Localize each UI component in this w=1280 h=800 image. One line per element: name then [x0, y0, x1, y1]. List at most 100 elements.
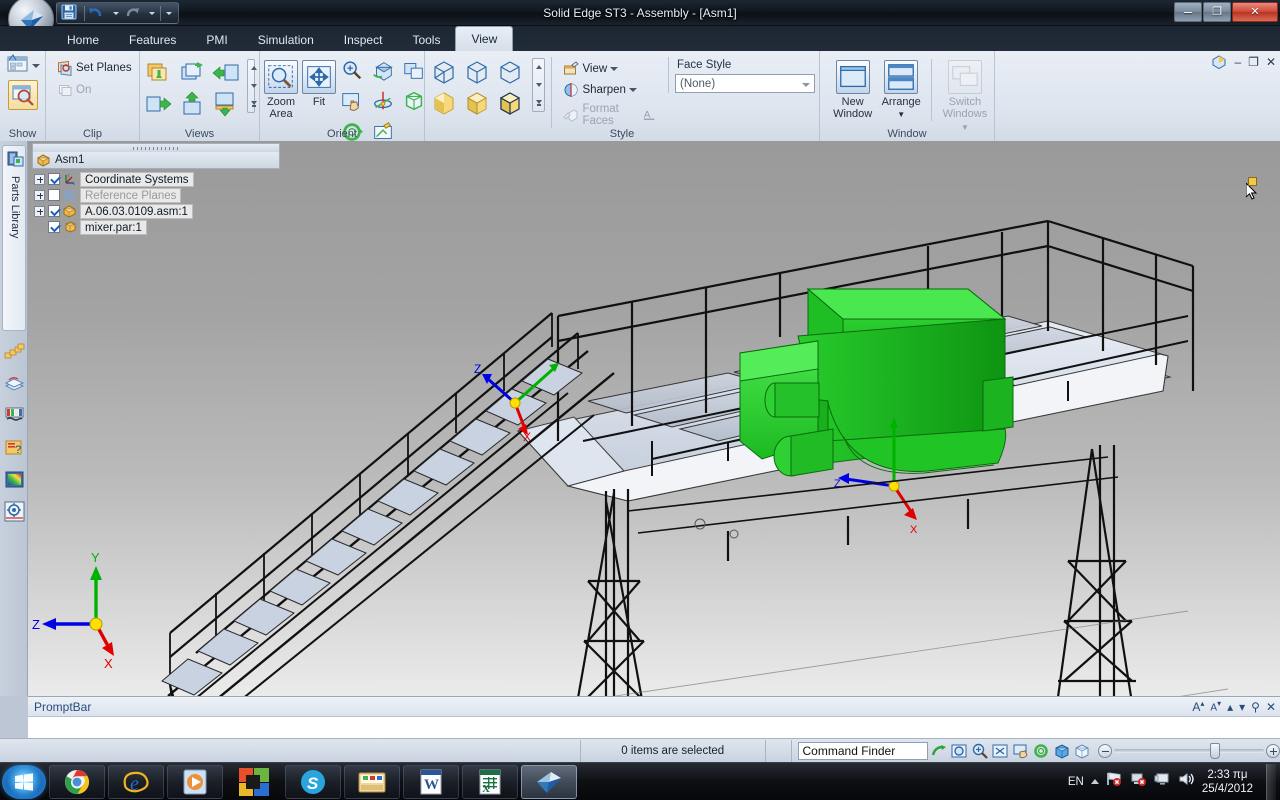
wireframe-all-button[interactable] [429, 57, 459, 87]
dock-button-display-configurations[interactable] [4, 469, 25, 490]
tray-network-icon[interactable] [1130, 771, 1147, 792]
set-planes-button[interactable]: Set Planes [54, 59, 135, 77]
pathfinder-item-reference-planes[interactable]: Reference Planes [32, 187, 280, 203]
views-gallery-expand-button[interactable] [248, 95, 257, 112]
zoom-slider-thumb[interactable] [1209, 742, 1220, 759]
close-icon[interactable]: ✕ [1266, 700, 1276, 714]
taskbar-item-word[interactable]: W [403, 764, 459, 799]
tray-volume-icon[interactable] [1178, 771, 1195, 792]
undo-dropdown-arrow-icon[interactable] [111, 4, 121, 22]
zoom-button[interactable] [340, 58, 370, 88]
dock-button-sensors[interactable]: ? [4, 437, 25, 458]
ribbon-restore-icon[interactable]: ❐ [1248, 55, 1259, 69]
wireframe-hidden-edges-button[interactable] [462, 57, 492, 87]
redo-dropdown-arrow-icon[interactable] [147, 4, 157, 22]
expand-icon[interactable] [34, 189, 45, 201]
tray-display-icon[interactable] [1154, 771, 1171, 792]
view-orientation-icon[interactable] [1053, 742, 1072, 760]
fit-icon[interactable] [991, 742, 1010, 760]
style-scroll-down-button[interactable] [533, 77, 544, 94]
view-update-view-button[interactable] [177, 89, 207, 119]
dock-button-assembly-relationships[interactable] [4, 501, 25, 522]
tab-inspect[interactable]: Inspect [329, 29, 398, 51]
zoom-out-button[interactable] [1097, 743, 1112, 758]
ribbon-help-icon[interactable] [1211, 54, 1227, 70]
undo-button[interactable] [88, 4, 108, 22]
taskbar-item-excel[interactable]: X [462, 764, 518, 799]
taskbar-item-colored-app[interactable] [226, 765, 282, 799]
dock-button-family-of-assemblies[interactable] [4, 405, 25, 426]
view-save-view-button[interactable] [177, 58, 207, 88]
expand-icon[interactable] [34, 173, 45, 185]
ribbon-minimize-icon[interactable]: – [1234, 55, 1241, 69]
restore-button[interactable]: ❐ [1203, 2, 1231, 22]
wireframe-visible-edges-button[interactable] [495, 57, 525, 87]
visibility-checkbox[interactable] [48, 205, 60, 217]
pathfinder-root-row[interactable]: Asm1 [32, 152, 280, 169]
view-styles-icon[interactable] [1073, 742, 1092, 760]
shaded-button[interactable] [429, 88, 459, 118]
minimize-button[interactable]: – [1174, 2, 1202, 22]
tab-pmi[interactable]: PMI [191, 29, 242, 51]
pin-icon[interactable]: ⚲ [1251, 700, 1260, 714]
common-views-button[interactable] [371, 58, 401, 88]
arrange-button[interactable]: Arrange ▼ [879, 57, 923, 121]
taskbar-item-skype[interactable]: S [285, 764, 341, 799]
3d-viewport[interactable]: Z X Z X Asm1 z x Coordinate Systems Refe… [28, 141, 1280, 696]
dock-button-layers[interactable] [4, 373, 25, 394]
taskbar-item-explorer[interactable] [344, 764, 400, 799]
zoom-area-icon[interactable] [950, 742, 969, 760]
tray-language[interactable]: EN [1068, 776, 1084, 788]
tab-simulation[interactable]: Simulation [243, 29, 329, 51]
show-all-button[interactable] [7, 80, 38, 110]
expand-icon[interactable] [34, 205, 45, 217]
view-fit-view-button[interactable] [210, 89, 240, 119]
clip-on-toggle[interactable]: On [54, 81, 94, 99]
customize-qat-button[interactable] [164, 4, 174, 22]
face-style-combo[interactable]: (None) [675, 74, 815, 93]
tab-home[interactable]: Home [52, 29, 114, 51]
shaded-visible-edges-button[interactable] [495, 88, 525, 118]
save-button[interactable] [61, 4, 81, 22]
zoom-in-button[interactable] [1265, 743, 1280, 758]
tab-view[interactable]: View [455, 26, 514, 51]
visibility-checkbox[interactable] [48, 173, 60, 185]
zoom-icon[interactable] [971, 742, 990, 760]
taskbar-item-internet-explorer[interactable]: e [108, 764, 164, 799]
redo-button[interactable] [124, 4, 144, 22]
style-gallery-scroller[interactable] [532, 58, 546, 112]
views-scroll-down-button[interactable] [248, 78, 257, 95]
ribbon-close-icon[interactable]: ✕ [1266, 55, 1276, 69]
tab-features[interactable]: Features [114, 29, 191, 51]
decrease-font-icon[interactable]: A▾ [1210, 699, 1221, 713]
pathfinder-item-part[interactable]: mixer.par:1 [32, 219, 280, 235]
new-window-button[interactable]: New Window [830, 57, 875, 120]
tab-tools[interactable]: Tools [397, 29, 455, 51]
sharpen-button[interactable]: Sharpen [560, 81, 660, 99]
pathfinder-item-coordinate-systems[interactable]: z x Coordinate Systems [32, 171, 280, 187]
collapse-icon[interactable]: ▴ [1227, 700, 1233, 714]
command-finder-input[interactable]: Command Finder [797, 741, 928, 760]
pathfinder-grip[interactable] [32, 143, 280, 152]
switch-windows-button[interactable]: Switch Windows ▼ [940, 57, 990, 134]
view-previous-view-button[interactable] [144, 89, 174, 119]
dock-button-feature-library[interactable] [4, 341, 25, 362]
tray-action-center-icon[interactable] [1106, 771, 1123, 792]
style-scroll-up-button[interactable] [533, 59, 544, 76]
style-gallery-expand-button[interactable] [533, 94, 544, 111]
fit-button[interactable]: Fit [302, 57, 336, 108]
views-gallery-scroller[interactable] [247, 59, 257, 113]
go-button-icon[interactable] [930, 742, 949, 760]
show-desktop-button[interactable] [1266, 763, 1276, 800]
pathfinder-item-sub-assembly[interactable]: A.06.03.0109.asm:1 [32, 203, 280, 219]
taskbar-item-chrome[interactable] [49, 764, 105, 799]
zoom-slider-track[interactable] [1113, 742, 1264, 759]
show-variables-button[interactable] [5, 54, 40, 78]
increase-font-icon[interactable]: A▴ [1192, 699, 1204, 714]
close-button[interactable]: ✕ [1232, 2, 1278, 22]
expand-icon[interactable]: ▾ [1239, 700, 1245, 714]
views-scroll-up-button[interactable] [248, 60, 257, 77]
tray-overflow-arrow-icon[interactable] [1090, 779, 1099, 784]
zoom-area-button[interactable]: Zoom Area [264, 57, 298, 120]
parts-library-tab[interactable]: Parts Library [2, 145, 26, 331]
